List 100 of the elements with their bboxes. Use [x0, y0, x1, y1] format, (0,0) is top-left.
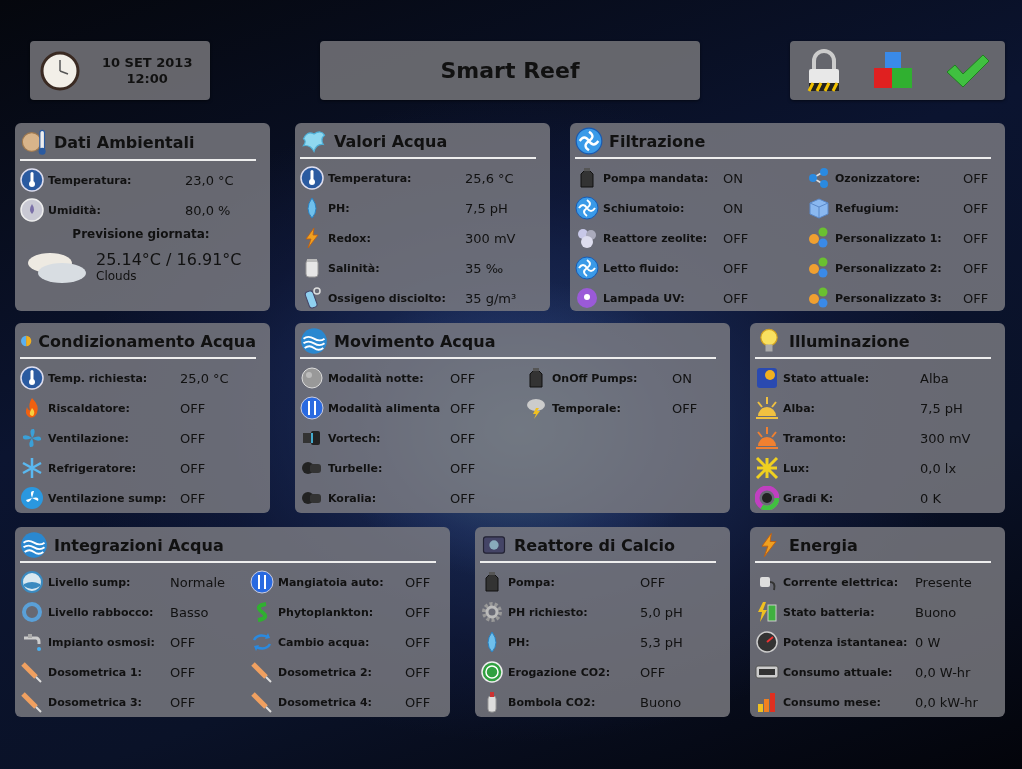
waves-icon [20, 531, 48, 559]
battery-icon [755, 600, 779, 624]
item-value: ON [723, 170, 744, 186]
item-label: Potenza istantanea: [783, 635, 909, 649]
item-value: 25,6 °C [465, 170, 515, 186]
item-value: 0,0 lx [920, 460, 958, 476]
item-label: Phytoplankton: [278, 605, 375, 619]
item-value: 0 K [920, 490, 942, 506]
item-label: Refrigeratore: [48, 461, 138, 475]
item-label: Ventilazione: [48, 431, 130, 445]
item-label: PH: [508, 635, 531, 649]
item-value: 5,0 pH [640, 604, 683, 620]
item-label: Gradi K: [783, 491, 835, 505]
drop-icon [20, 198, 44, 222]
item-label: Personalizzato 1: [835, 231, 943, 245]
syringe-icon [20, 690, 44, 714]
item-value: OFF [723, 230, 750, 246]
item-label: Pompa mandata: [603, 171, 710, 185]
item-label: Consumo attuale: [783, 665, 894, 679]
item-label: Cambio acqua: [278, 635, 371, 649]
panel-title: Integrazioni Acqua [54, 535, 224, 555]
item-value: OFF [405, 604, 431, 620]
swirl-icon [575, 256, 599, 280]
item-label: Pompa: [508, 575, 556, 589]
item-label: Vortech: [328, 431, 382, 445]
color-wheel-icon [755, 486, 779, 510]
item-value: 80,0 % [185, 202, 232, 218]
item-label: Temp. richiesta: [48, 371, 149, 385]
item-value: 0 W [915, 634, 942, 650]
item-label: Mangiatoia auto: [278, 575, 385, 589]
item-value: OFF [723, 260, 750, 276]
item-value: 0,0 W-hr [915, 664, 972, 680]
app-title: Smart Reef [440, 58, 580, 83]
item-value: 35 g/m³ [465, 290, 517, 306]
item-value: 23,0 °C [185, 172, 234, 188]
panel-title: Valori Acqua [334, 131, 448, 151]
fan-icon [20, 486, 44, 510]
panel-title: Energia [789, 535, 858, 555]
cube-icon [807, 196, 831, 220]
co2-badge-icon [480, 660, 504, 684]
item-value: OFF [450, 430, 477, 446]
item-label: Riscaldatore: [48, 401, 131, 415]
sun-rays-icon [755, 456, 779, 480]
item-value: OFF [450, 460, 477, 476]
item-label: Temperatura: [328, 171, 413, 185]
item-value: 25,0 °C [180, 370, 229, 386]
sunset-icon [755, 426, 779, 450]
swirl-icon [575, 127, 603, 155]
fan-icon [20, 426, 44, 450]
forecast-condition: Clouds [96, 268, 138, 283]
item-label: Tramonto: [783, 431, 848, 445]
item-label: Temperatura: [48, 173, 133, 187]
item-label: Personalizzato 2: [835, 261, 943, 275]
item-label: Modalità alimenta [328, 401, 442, 415]
item-label: Umidità: [48, 203, 102, 217]
item-value: 0,0 kW-hr [915, 694, 978, 710]
item-label: Temporale: [552, 401, 622, 415]
item-label: PH richiesto: [508, 605, 589, 619]
item-value: OFF [405, 634, 431, 650]
item-label: Impianto osmosi: [48, 635, 156, 649]
item-label: Ozonizzatore: [835, 171, 922, 185]
item-value: 300 mV [465, 230, 517, 246]
item-value: ON [672, 370, 693, 386]
thermometer-icon [20, 168, 44, 192]
item-value: OFF [963, 260, 989, 276]
forecast-heading: Previsione giornata: [72, 227, 210, 241]
panel-title: Movimento Acqua [334, 331, 496, 351]
item-label: Lampada UV: [603, 291, 686, 305]
item-value: Normale [170, 574, 227, 590]
gauge-icon [755, 630, 779, 654]
item-label: Turbelle: [328, 461, 384, 475]
item-value: OFF [405, 574, 431, 590]
item-label: Stato attuale: [783, 371, 871, 385]
item-value: OFF [450, 400, 477, 416]
item-label: Livello rabbocco: [48, 605, 155, 619]
time-text: 12:00 [126, 70, 168, 87]
item-value: 300 mV [920, 430, 971, 446]
item-label: Letto fluido: [603, 261, 680, 275]
item-label: Refugium: [835, 201, 900, 215]
item-value: Presente [915, 574, 973, 590]
item-label: Consumo mese: [783, 695, 883, 709]
gear-icon [480, 600, 504, 624]
sphere-icon [300, 366, 324, 390]
item-value: OFF [180, 430, 207, 446]
item-label: Livello sump: [48, 575, 132, 589]
sun-thermometer-icon [20, 128, 48, 156]
molecule-icon [807, 166, 831, 190]
panel-title: Filtrazione [609, 131, 706, 151]
item-label: Koralia: [328, 491, 378, 505]
item-label: Dosometrica 2: [278, 665, 373, 679]
item-value: OFF [170, 634, 197, 650]
item-value: 35 ‰ [465, 260, 505, 276]
item-label: Erogazione CO2: [508, 665, 612, 679]
item-value: OFF [170, 664, 197, 680]
item-value: Alba [920, 370, 950, 386]
item-value: OFF [450, 490, 477, 506]
item-value: OFF [640, 574, 667, 590]
item-value: Basso [170, 604, 210, 620]
thermometer-icon [300, 166, 324, 190]
item-label: Redox: [328, 231, 372, 245]
